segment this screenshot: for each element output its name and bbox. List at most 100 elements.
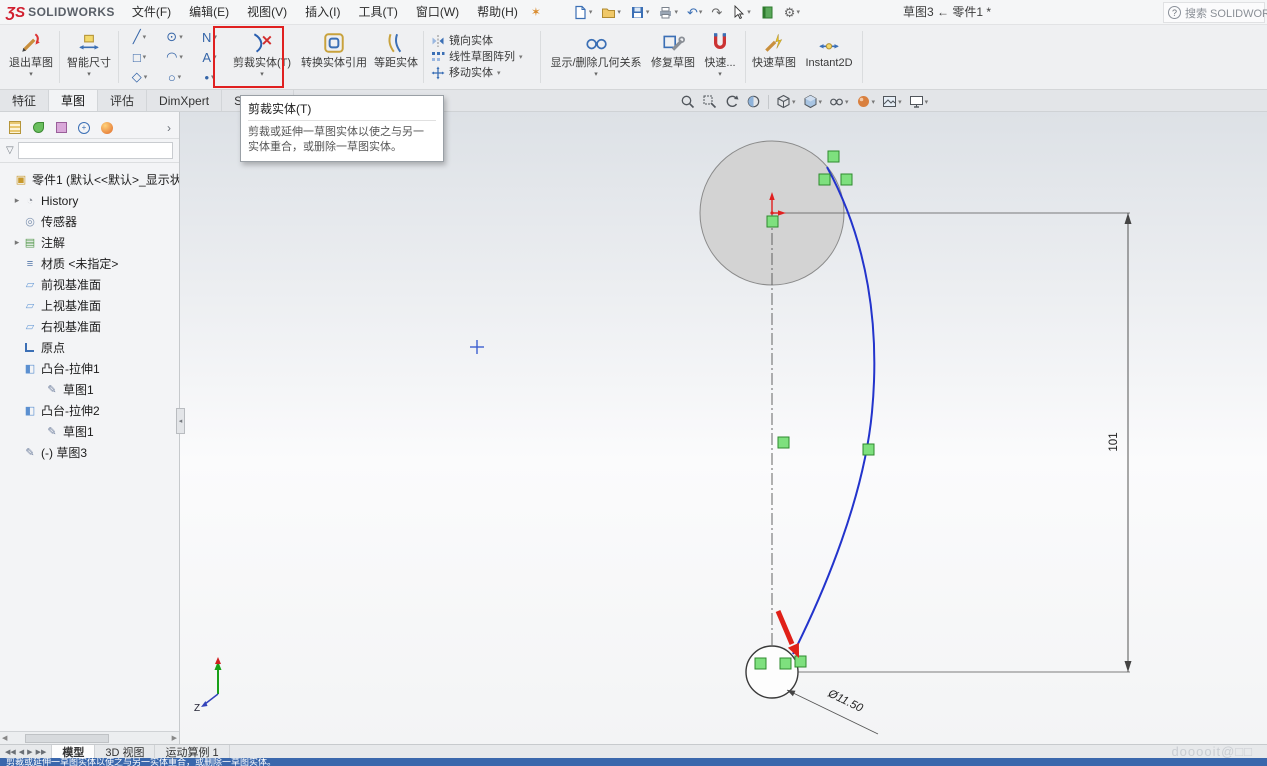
dropdown-caret-icon[interactable]: ▾ <box>594 71 598 79</box>
redo-button[interactable]: ↷ <box>709 3 724 22</box>
tab-motion-study[interactable]: 运动算例 1 <box>155 745 229 758</box>
scroll-left-icon[interactable]: ◀ <box>2 734 7 742</box>
dimension-101-text[interactable]: 101 <box>1108 432 1120 451</box>
filter-funnel-icon[interactable]: ▽ <box>6 145 14 156</box>
constraint-icon[interactable] <box>778 437 789 448</box>
save-button[interactable]: ▾ <box>628 3 652 22</box>
scrollbar-thumb[interactable] <box>25 734 109 743</box>
dropdown-caret-icon[interactable]: ▾ <box>819 98 823 106</box>
zoom-area-button[interactable] <box>702 94 717 109</box>
tab-3d-views[interactable]: 3D 视图 <box>95 745 155 758</box>
arc-tool[interactable]: ◠▾ <box>157 47 192 67</box>
tree-item-part[interactable]: ▣零件1 (默认<<默认>_显示状态 <box>0 169 179 190</box>
dropdown-caret-icon[interactable]: ▾ <box>29 71 33 79</box>
tree-item-boss-extrude2[interactable]: ◧凸台-拉伸2 <box>0 400 179 421</box>
tab-sketch[interactable]: 草图 <box>49 90 98 111</box>
dimxpertmanager-tab[interactable]: + <box>77 121 91 135</box>
tree-filter-input[interactable] <box>18 142 173 159</box>
dropdown-caret-icon[interactable]: ▾ <box>213 33 217 41</box>
options-button[interactable]: ⚙ ▾ <box>782 3 802 22</box>
dropdown-caret-icon[interactable]: ▾ <box>898 98 902 106</box>
dropdown-caret-icon[interactable]: ▾ <box>213 53 217 61</box>
select-button[interactable]: ▾ <box>729 3 753 22</box>
spline-tool[interactable]: N▾ <box>192 27 227 47</box>
menu-file[interactable]: 文件(F) <box>123 0 180 25</box>
tree-item-boss-extrude1[interactable]: ◧凸台-拉伸1 <box>0 358 179 379</box>
dropdown-caret-icon[interactable]: ▾ <box>925 98 929 106</box>
convert-entities-button[interactable]: 转换实体引用 <box>296 27 372 87</box>
circle-tool[interactable]: ⊙▾ <box>157 27 192 47</box>
dropdown-caret-icon[interactable]: ▾ <box>497 69 501 77</box>
constraint-icon[interactable] <box>795 656 806 667</box>
dropdown-caret-icon[interactable]: ▾ <box>589 8 593 16</box>
pin-menu-icon[interactable]: ✶ <box>531 5 541 19</box>
dropdown-caret-icon[interactable]: ▾ <box>718 71 722 79</box>
constraint-icon[interactable] <box>819 174 830 185</box>
dimension-101[interactable]: 101 <box>1108 213 1132 672</box>
constraint-icon[interactable] <box>755 658 766 669</box>
dropdown-caret-icon[interactable]: ▾ <box>872 98 876 106</box>
repair-sketch-button[interactable]: 修复草图 <box>648 27 698 87</box>
instant2d-button[interactable]: Instant2D <box>799 27 859 87</box>
tree-item-material[interactable]: ≡材质 <未指定> <box>0 253 179 274</box>
rectangle-tool[interactable]: □▾ <box>122 47 157 67</box>
dropdown-caret-icon[interactable]: ▾ <box>260 71 264 79</box>
constraint-icon[interactable] <box>863 444 874 455</box>
line-tool[interactable]: ╱▾ <box>122 27 157 47</box>
sketch-small-circle[interactable] <box>746 646 798 698</box>
rapid-sketch-button[interactable]: 快速草图 <box>749 27 799 87</box>
view-orientation-button[interactable]: ▾ <box>776 94 796 109</box>
dropdown-caret-icon[interactable]: ▾ <box>144 73 148 81</box>
tree-item-sketch1[interactable]: ✎草图1 <box>0 379 179 400</box>
tree-item-annotations[interactable]: ▸▤注解 <box>0 232 179 253</box>
dropdown-caret-icon[interactable]: ▾ <box>699 8 703 16</box>
dropdown-caret-icon[interactable]: ▾ <box>143 33 147 41</box>
mirror-entities-button[interactable]: 镜向实体 <box>431 34 533 48</box>
dropdown-caret-icon[interactable]: ▾ <box>179 53 183 61</box>
dropdown-caret-icon[interactable]: ▾ <box>674 8 678 16</box>
menu-window[interactable]: 窗口(W) <box>407 0 468 25</box>
tree-item-sensors[interactable]: ◎传感器 <box>0 211 179 232</box>
dropdown-caret-icon[interactable]: ▾ <box>211 73 215 81</box>
move-entities-button[interactable]: 移动实体 ▾ <box>431 66 533 80</box>
toolbox-button[interactable] <box>758 3 777 22</box>
open-button[interactable]: ▾ <box>599 3 623 22</box>
tab-model[interactable]: 模型 <box>52 745 95 758</box>
section-view-button[interactable] <box>746 94 761 109</box>
menu-help[interactable]: 帮助(H) <box>468 0 527 25</box>
tree-item-sketch1b[interactable]: ✎草图1 <box>0 421 179 442</box>
scroll-right-icon[interactable]: ▶ <box>172 734 177 742</box>
tree-item-top-plane[interactable]: ▱上视基准面 <box>0 295 179 316</box>
panel-horizontal-scrollbar[interactable]: ◀ ▶ <box>0 731 179 744</box>
expand-arrow-icon[interactable]: ▸ <box>12 237 22 248</box>
menu-view[interactable]: 视图(V) <box>238 0 296 25</box>
tree-item-sketch3[interactable]: ✎(-) 草图3 <box>0 442 179 463</box>
zoom-fit-button[interactable] <box>680 94 695 109</box>
dropdown-caret-icon[interactable]: ▾ <box>519 53 523 61</box>
menu-tools[interactable]: 工具(T) <box>350 0 407 25</box>
dropdown-caret-icon[interactable]: ▾ <box>179 33 183 41</box>
propertymanager-tab[interactable] <box>31 121 45 135</box>
constraint-icon[interactable] <box>828 151 839 162</box>
dropdown-caret-icon[interactable]: ▾ <box>747 8 751 16</box>
dropdown-caret-icon[interactable]: ▾ <box>796 8 800 16</box>
display-style-button[interactable]: ▾ <box>803 94 823 109</box>
exit-sketch-button[interactable]: 退出草图 ▾ <box>6 27 56 87</box>
smart-dimension-button[interactable]: 智能尺寸 ▾ <box>63 27 115 87</box>
constraint-icon[interactable] <box>780 658 791 669</box>
dropdown-caret-icon[interactable]: ▾ <box>845 98 849 106</box>
edit-appearance-button[interactable]: ▾ <box>856 94 876 109</box>
panel-splitter-handle[interactable]: ◂ <box>176 408 185 434</box>
search-input[interactable]: 搜索 SOLIDWOR <box>1185 5 1267 21</box>
tree-item-history[interactable]: ▸◔History <box>0 190 179 211</box>
dropdown-caret-icon[interactable]: ▾ <box>617 8 621 16</box>
tree-item-right-plane[interactable]: ▱右视基准面 <box>0 316 179 337</box>
quick-snaps-button[interactable]: 快速... ▾ <box>698 27 742 87</box>
new-document-button[interactable]: ▾ <box>571 3 595 22</box>
dropdown-caret-icon[interactable]: ▾ <box>178 73 182 81</box>
ellipse-tool[interactable]: ○▾ <box>157 67 192 87</box>
print-button[interactable]: ▾ <box>656 3 680 22</box>
apply-scene-button[interactable]: ▾ <box>882 94 902 109</box>
undo-button[interactable]: ↶ ▾ <box>685 3 704 22</box>
hide-show-items-button[interactable]: ▾ <box>829 94 849 109</box>
